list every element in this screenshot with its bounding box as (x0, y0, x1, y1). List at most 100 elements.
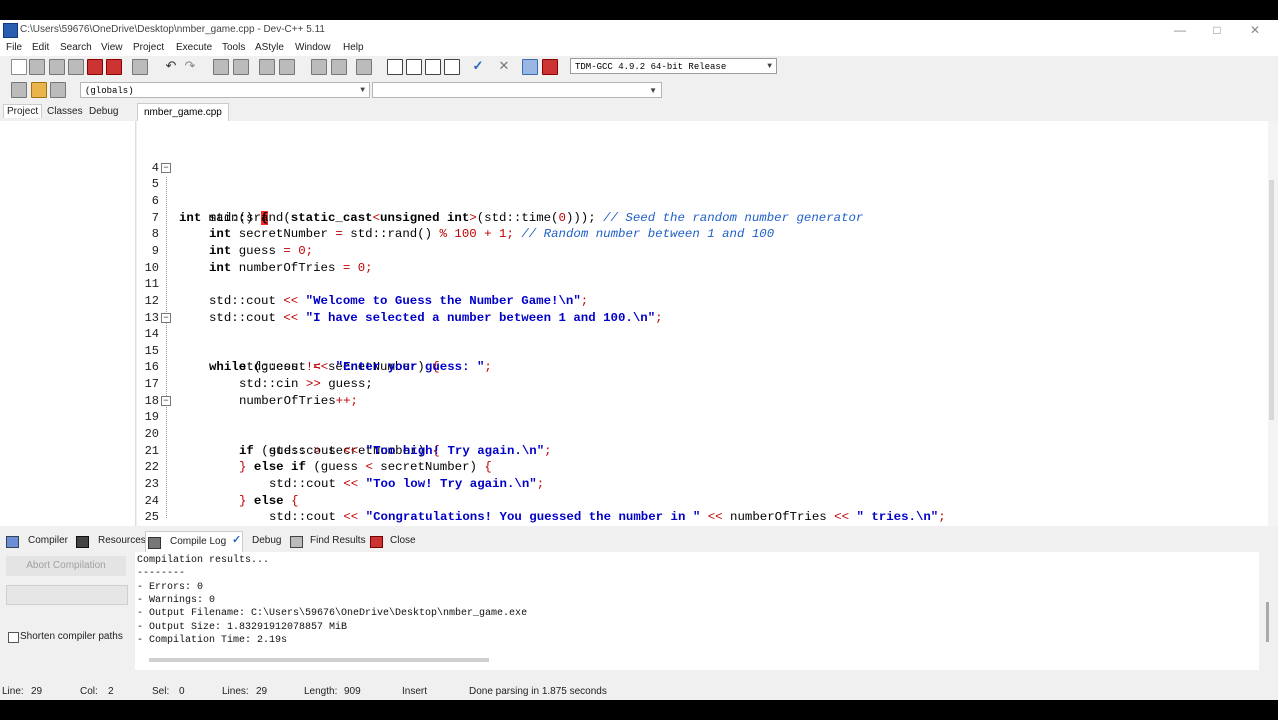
insert-icon[interactable] (11, 82, 27, 98)
print-icon[interactable] (132, 59, 148, 75)
check-icon: ✓ (232, 534, 242, 546)
replace-icon[interactable] (233, 59, 249, 75)
compile-log-output[interactable]: Compilation results... -------- - Errors… (135, 552, 1269, 670)
tab-label: Find Results (310, 535, 366, 546)
close-window-button[interactable]: ✕ (1240, 22, 1270, 38)
minimize-button[interactable]: — (1165, 22, 1195, 38)
compile-progress-bar (6, 585, 128, 605)
tab-label: Close (390, 535, 416, 546)
menu-execute[interactable]: Execute (176, 42, 212, 53)
status-lines-label: Lines: (222, 686, 249, 697)
tab-project[interactable]: Project (3, 104, 43, 118)
log-line: - Warnings: 0 (137, 594, 216, 606)
compile-run-icon[interactable] (425, 59, 441, 75)
save-all-icon[interactable] (68, 59, 84, 75)
new-file-icon[interactable] (11, 59, 27, 75)
editor-scroll-thumb[interactable] (1269, 180, 1274, 420)
shorten-paths-checkbox[interactable] (8, 632, 19, 643)
menu-edit[interactable]: Edit (32, 42, 49, 53)
log-line: - Errors: 0 (137, 581, 204, 593)
window-title: C:\Users\59676\OneDrive\Desktop\nmber_ga… (20, 24, 325, 35)
code-line: 26 } (137, 509, 1269, 526)
run-icon[interactable] (406, 59, 422, 75)
close-file-icon[interactable] (87, 59, 103, 75)
menu-project[interactable]: Project (133, 42, 164, 53)
debug-icon[interactable] (542, 59, 558, 75)
main-toolbar: ↶ ↷ ✓ ✕ TDM-GCC 4.9.2 64-bit Release ▼ (0, 56, 1278, 78)
tab-label: Resources (98, 535, 146, 546)
code-line: 20 std::cout << "Too high! Try again.\n"… (137, 409, 1269, 458)
tab-classes[interactable]: Classes (47, 106, 83, 117)
menu-window[interactable]: Window (295, 42, 331, 53)
goto-bookmark-icon[interactable] (50, 82, 66, 98)
log-line: - Output Filename: C:\Users\59676\OneDri… (137, 608, 528, 620)
compiler-select[interactable]: TDM-GCC 4.9.2 64-bit Release ▼ (570, 58, 777, 74)
profile-icon[interactable] (522, 59, 538, 75)
maximize-button[interactable]: □ (1202, 22, 1232, 38)
open-file-icon[interactable] (29, 59, 45, 75)
code-line: 4 (137, 143, 1269, 175)
bookmark-icon[interactable] (279, 59, 295, 75)
code-line: 19 − if (guess > secretNumber) { (137, 393, 1269, 458)
tab-debug[interactable]: Debug (89, 106, 118, 117)
code-line: 5 − int main() { (137, 160, 1269, 225)
status-line-label: Line: (2, 686, 24, 697)
menu-tools[interactable]: Tools (222, 42, 245, 53)
tab-find-results[interactable]: Find Results (288, 531, 380, 551)
new-project-icon[interactable] (311, 59, 327, 75)
bottom-panel-tabs: Compiler Resources Compile Log ✓ Debug F… (0, 531, 1278, 552)
code-line: 22 std::cout << "Too low! Try again.\n"; (137, 443, 1269, 491)
toggle-bookmark-icon[interactable] (31, 82, 47, 98)
status-length-value: 909 (344, 686, 361, 697)
find-icon[interactable] (213, 59, 229, 75)
fold-toggle-icon[interactable]: − (161, 162, 171, 173)
code-line: 21 } else if (guess < secretNumber) { (137, 426, 1269, 475)
compile-icon[interactable] (387, 59, 403, 75)
code-line: 17 numberOfTries++; (137, 359, 1269, 408)
code-line: 14 − while (guess != secretNumber) { (137, 310, 1269, 374)
stop-execution-icon[interactable]: ✕ (496, 58, 512, 74)
code-line: 8 int guess = 0; (137, 210, 1269, 258)
menu-file[interactable]: File (6, 42, 22, 53)
log-vertical-scrollbar[interactable] (1266, 602, 1269, 642)
status-lines-value: 29 (256, 686, 268, 697)
menu-astyle[interactable]: AStyle (255, 42, 284, 53)
function-select[interactable]: ▼ (372, 82, 662, 98)
tab-close-panel[interactable]: Close (368, 531, 434, 551)
code-line: 15 std::cout << "Enter your guess: "; (137, 326, 1269, 375)
log-horizontal-scrollbar[interactable] (149, 658, 489, 662)
syntax-check-icon[interactable]: ✓ (470, 58, 486, 74)
menu-search[interactable]: Search (60, 42, 92, 53)
log-line: - Compilation Time: 2.19s (137, 634, 288, 646)
abort-compilation-button[interactable]: Abort Compilation (6, 556, 126, 576)
compiler-grid-icon (6, 536, 19, 548)
redo-icon[interactable]: ↷ (182, 58, 198, 74)
undo-icon[interactable]: ↶ (163, 58, 179, 74)
code-line: 10 (137, 243, 1269, 275)
goto-line-icon[interactable] (259, 59, 275, 75)
rebuild-all-icon[interactable] (444, 59, 460, 75)
class-toolbar: (globals) ▼ ▼ (0, 79, 1278, 101)
fold-toggle-icon[interactable]: − (161, 395, 171, 406)
project-options-icon[interactable] (356, 59, 372, 75)
code-editor[interactable]: 4 5 − int main() { 6 std::srand(static_c… (137, 121, 1269, 526)
tab-compile-log[interactable]: Compile Log (145, 531, 243, 552)
bar-chart-icon (148, 537, 161, 549)
menu-bar: File Edit Search View Project Execute To… (0, 40, 1278, 56)
log-line: -------- (137, 568, 186, 580)
compile-log-panel: Abort Compilation Shorten compiler paths… (0, 552, 1278, 670)
add-to-project-icon[interactable] (331, 59, 347, 75)
scope-select[interactable]: (globals) ▼ (80, 82, 370, 98)
editor-file-tab[interactable]: nmber_game.cpp (137, 103, 229, 122)
status-line-value: 29 (31, 686, 43, 697)
tab-resources[interactable]: Resources (74, 531, 156, 551)
status-message: Done parsing in 1.875 seconds (469, 686, 607, 697)
menu-help[interactable]: Help (343, 42, 364, 53)
code-line: 13 (137, 293, 1269, 325)
menu-view[interactable]: View (101, 42, 123, 53)
code-line: 12 std::cout << "I have selected a numbe… (137, 276, 1269, 325)
save-icon[interactable] (49, 59, 65, 75)
status-bar: Line: 29 Col: 2 Sel: 0 Lines: 29 Length:… (0, 683, 1278, 700)
close-all-icon[interactable] (106, 59, 122, 75)
fold-toggle-icon[interactable]: − (161, 312, 171, 323)
